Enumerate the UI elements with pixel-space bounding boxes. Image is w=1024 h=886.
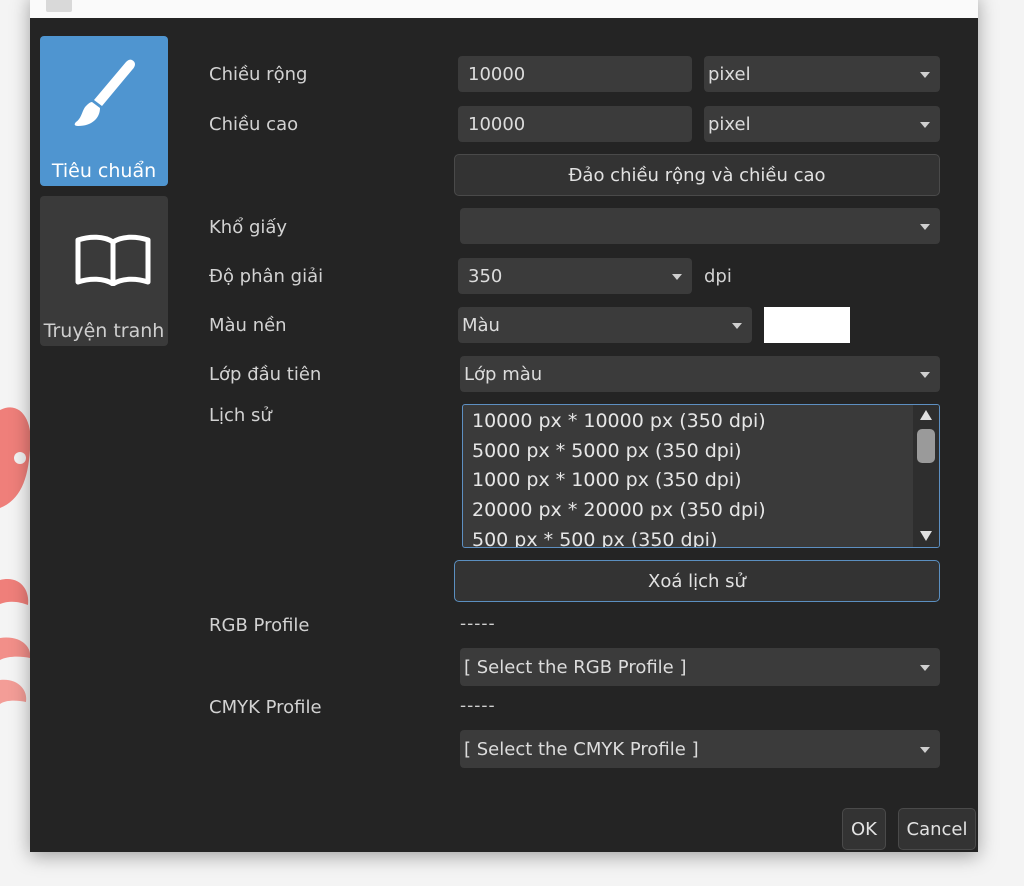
new-canvas-dialog: Tiêu chuẩn Truyện tranh Chiều rộng 10000… <box>30 0 978 852</box>
height-label: Chiều cao <box>209 114 299 135</box>
cmyk-profile-select[interactable]: [ Select the CMYK Profile ] <box>460 730 940 768</box>
background-color-value: Màu <box>462 314 500 336</box>
paper-size-select[interactable] <box>460 208 940 244</box>
width-unit-select[interactable]: pixel <box>704 56 940 92</box>
scroll-down-arrow-icon[interactable] <box>920 531 932 541</box>
cmyk-profile-current: ----- <box>460 696 496 716</box>
background-color-swatch[interactable] <box>764 307 850 343</box>
list-item[interactable]: 5000 px * 5000 px (350 dpi) <box>472 440 742 462</box>
scroll-up-arrow-icon[interactable] <box>920 410 932 420</box>
sidebar-item-standard[interactable]: Tiêu chuẩn <box>40 36 168 186</box>
chevron-down-icon <box>920 224 930 230</box>
paper-size-label: Khổ giấy <box>209 217 288 238</box>
chevron-down-icon <box>732 323 742 329</box>
clear-history-button[interactable]: Xoá lịch sử <box>454 560 940 602</box>
chevron-down-icon <box>920 747 930 753</box>
history-list[interactable]: 10000 px * 10000 px (350 dpi) 5000 px * … <box>462 404 940 548</box>
height-unit-value: pixel <box>708 113 751 135</box>
height-input[interactable]: 10000 <box>458 106 692 142</box>
resolution-unit: dpi <box>704 266 732 287</box>
ok-button[interactable]: OK <box>842 808 886 850</box>
cancel-label: Cancel <box>906 818 968 840</box>
list-item[interactable]: 10000 px * 10000 px (350 dpi) <box>472 410 766 432</box>
chevron-down-icon <box>920 372 930 378</box>
chevron-down-icon <box>920 122 930 128</box>
sidebar-item-label: Tiêu chuẩn <box>51 160 157 182</box>
chevron-down-icon <box>920 72 930 78</box>
sidebar-item-comic[interactable]: Truyện tranh <box>40 196 168 346</box>
resolution-value: 350 <box>468 265 503 287</box>
ok-label: OK <box>851 818 877 840</box>
history-scrollbar[interactable] <box>913 405 939 547</box>
sidebar-item-label: Truyện tranh <box>43 320 165 342</box>
height-unit-select[interactable]: pixel <box>704 106 940 142</box>
first-layer-label: Lớp đầu tiên <box>209 364 322 385</box>
width-unit-value: pixel <box>708 63 751 85</box>
cmyk-profile-label: CMYK Profile <box>209 697 322 718</box>
open-book-icon <box>75 234 151 286</box>
width-value: 10000 <box>468 63 526 85</box>
chevron-down-icon <box>920 665 930 671</box>
rgb-profile-select[interactable]: [ Select the RGB Profile ] <box>460 648 940 686</box>
first-layer-select[interactable]: Lớp màu <box>460 356 940 392</box>
scrollbar-thumb[interactable] <box>917 429 935 463</box>
background-color-label: Màu nền <box>209 315 287 336</box>
first-layer-value: Lớp màu <box>464 363 543 385</box>
rgb-profile-current: ----- <box>460 614 496 634</box>
rgb-profile-label: RGB Profile <box>209 615 310 636</box>
list-item[interactable]: 500 px * 500 px (350 dpi) <box>472 529 717 547</box>
brush-icon <box>74 59 135 126</box>
history-label: Lịch sử <box>209 405 272 426</box>
swap-dimensions-label: Đảo chiều rộng và chiều cao <box>568 164 826 186</box>
list-item[interactable]: 20000 px * 20000 px (350 dpi) <box>472 499 766 521</box>
chevron-down-icon <box>672 274 682 280</box>
resolution-combo[interactable]: 350 <box>458 258 692 294</box>
app-icon <box>46 0 72 12</box>
swap-dimensions-button[interactable]: Đảo chiều rộng và chiều cao <box>454 154 940 196</box>
width-label: Chiều rộng <box>209 64 308 85</box>
list-item[interactable]: 1000 px * 1000 px (350 dpi) <box>472 469 742 491</box>
cancel-button[interactable]: Cancel <box>898 808 976 850</box>
width-input[interactable]: 10000 <box>458 56 692 92</box>
dialog-titlebar <box>30 0 978 18</box>
height-value: 10000 <box>468 113 526 135</box>
background-color-select[interactable]: Màu <box>458 307 752 343</box>
clear-history-label: Xoá lịch sử <box>648 570 746 592</box>
cmyk-profile-value: [ Select the CMYK Profile ] <box>464 738 699 760</box>
resolution-label: Độ phân giải <box>209 266 324 287</box>
rgb-profile-value: [ Select the RGB Profile ] <box>464 656 687 678</box>
